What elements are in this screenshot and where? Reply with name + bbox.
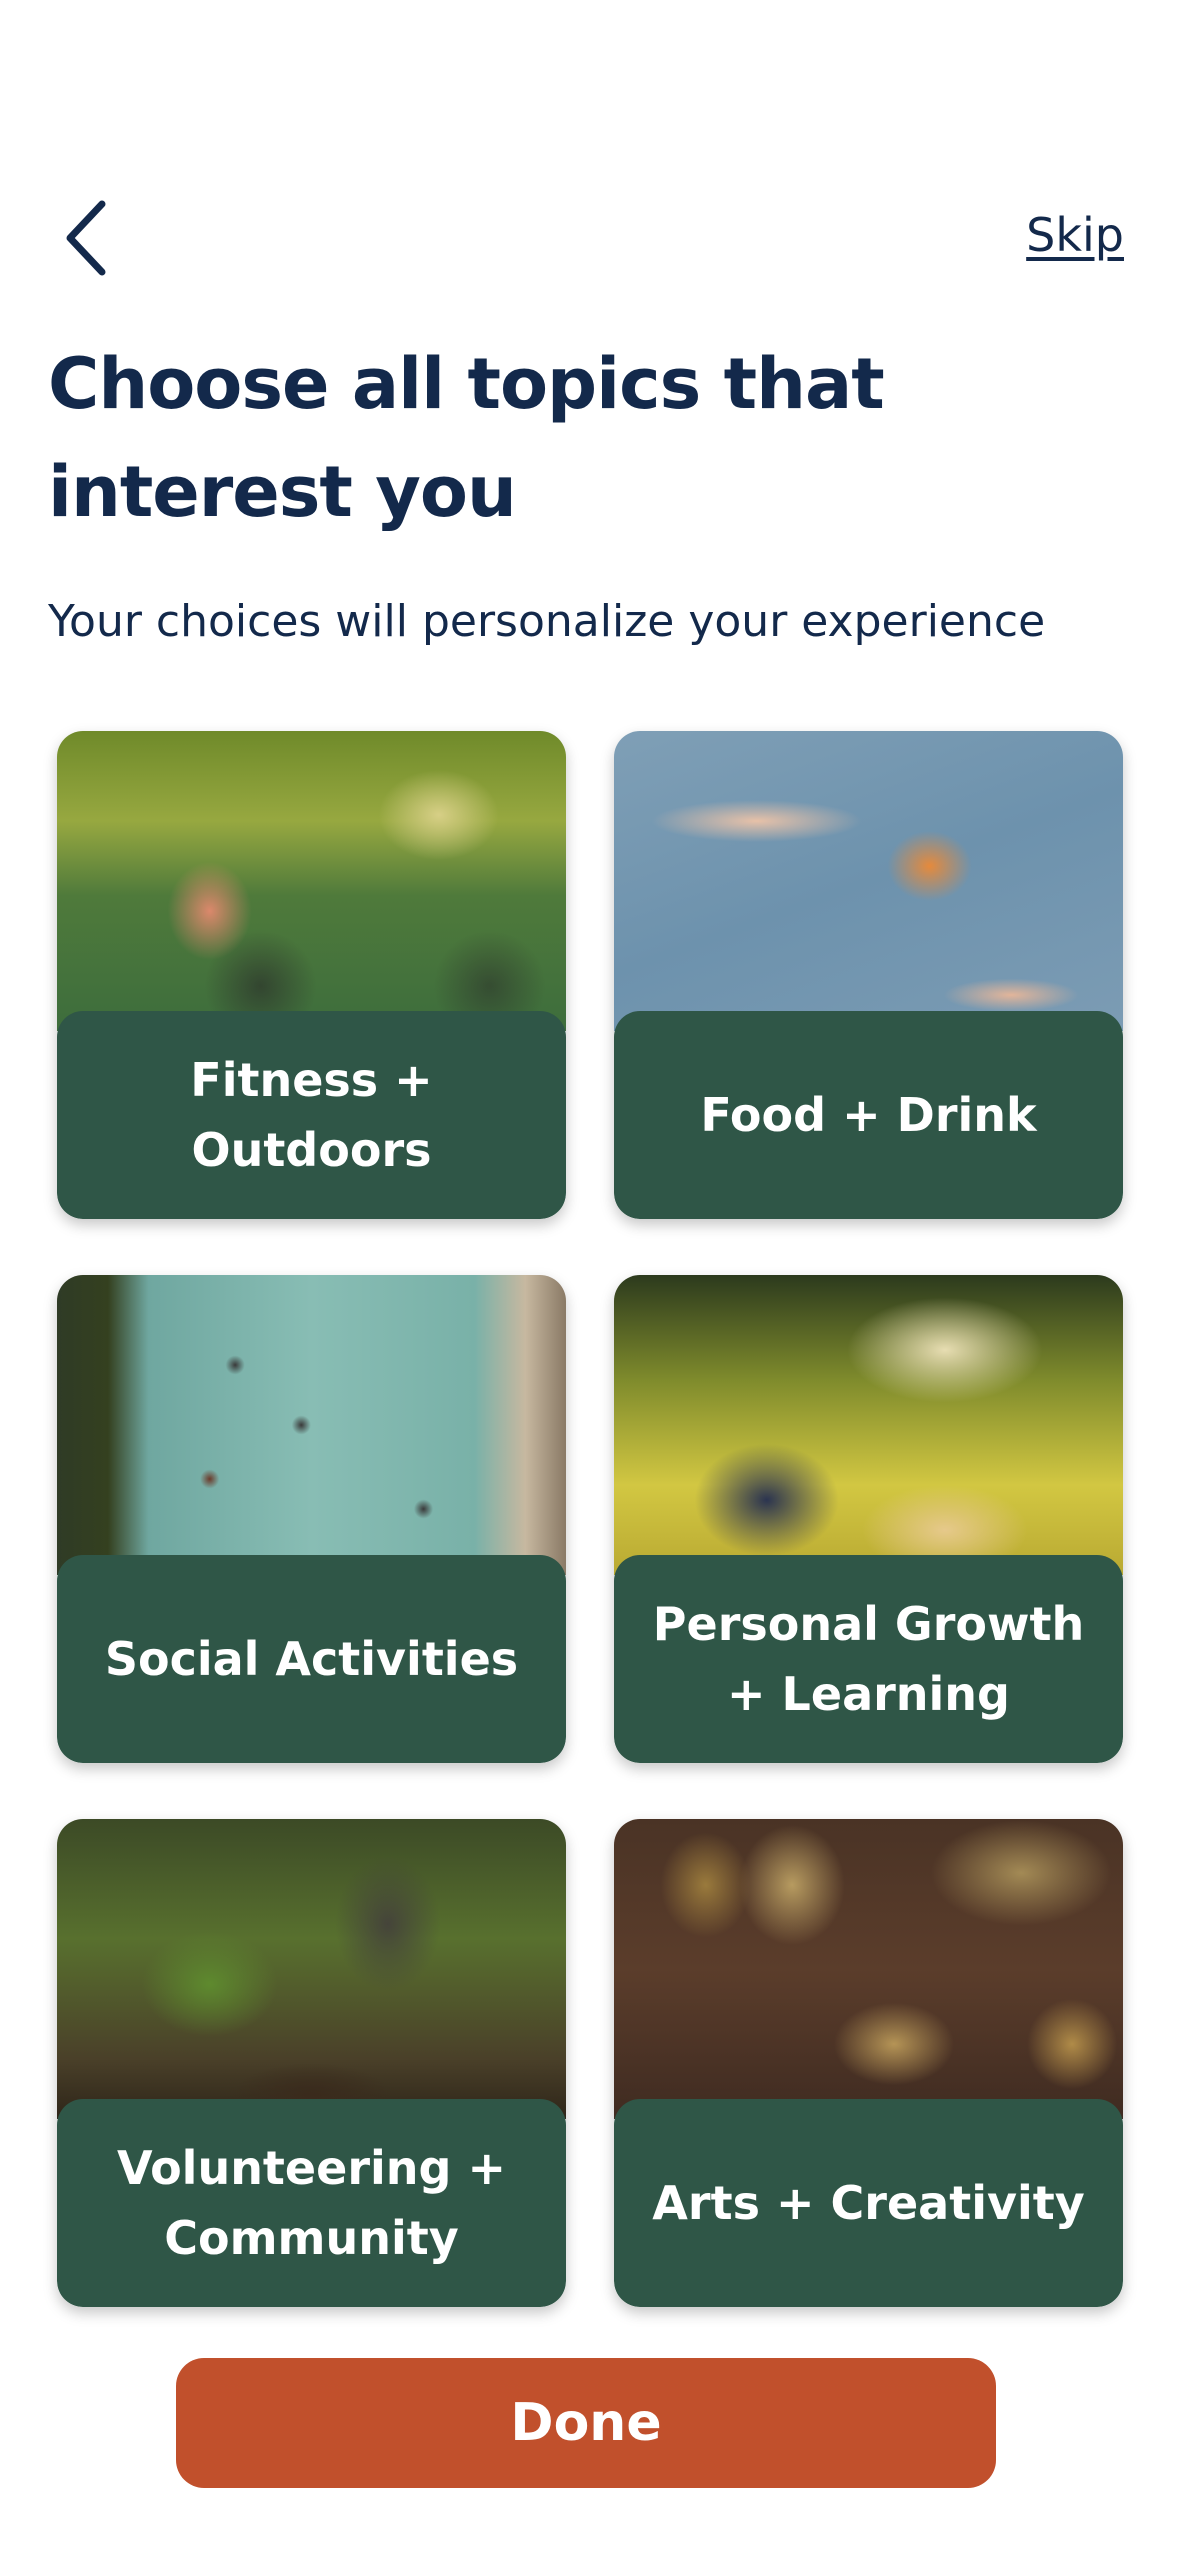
topic-card-personal-growth-learning[interactable]: Personal Growth + Learning (614, 1275, 1123, 1763)
topic-photo (57, 1819, 566, 2119)
topic-label: Arts + Creativity (652, 2176, 1085, 2230)
topic-label-box: Volunteering + Community (57, 2099, 566, 2307)
topic-label: Food + Drink (700, 1088, 1037, 1142)
topic-card-food-drink[interactable]: Food + Drink (614, 731, 1123, 1219)
done-button[interactable]: Done (176, 2358, 996, 2488)
topic-card-arts-creativity[interactable]: Arts + Creativity (614, 1819, 1123, 2307)
topic-photo (614, 731, 1123, 1031)
topic-label-box: Food + Drink (614, 1011, 1123, 1219)
topic-label-box: Personal Growth + Learning (614, 1555, 1123, 1763)
topic-photo (614, 1819, 1123, 2119)
topic-label-box: Arts + Creativity (614, 2099, 1123, 2307)
topic-label: Personal Growth + Learning (652, 1597, 1085, 1721)
topic-label: Social Activities (104, 1632, 519, 1686)
topic-label: Volunteering + Community (116, 2141, 507, 2265)
chevron-left-icon (66, 200, 106, 276)
topic-label: Fitness + Outdoors (190, 1053, 433, 1177)
done-button-label: Done (510, 2393, 662, 2453)
topic-photo (614, 1275, 1123, 1575)
back-button[interactable] (62, 190, 142, 286)
topic-photo (57, 1275, 566, 1575)
topic-label-box: Social Activities (57, 1555, 566, 1763)
topic-card-volunteering-community[interactable]: Volunteering + Community (57, 1819, 566, 2307)
page-title: Choose all topics that interest you (48, 343, 885, 533)
page-subtitle: Your choices will personalize your exper… (48, 596, 1046, 647)
topic-card-fitness-outdoors[interactable]: Fitness + Outdoors (57, 731, 566, 1219)
topics-grid: Fitness + Outdoors Food + Drink Social A… (57, 731, 1123, 2307)
skip-link[interactable]: Skip (1026, 208, 1124, 262)
topic-photo (57, 731, 566, 1031)
topic-card-social-activities[interactable]: Social Activities (57, 1275, 566, 1763)
topic-label-box: Fitness + Outdoors (57, 1011, 566, 1219)
